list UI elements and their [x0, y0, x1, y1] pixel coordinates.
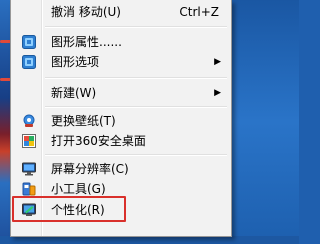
- menu-item-label: 屏幕分辨率(C): [51, 162, 129, 176]
- menu-item-undo-move[interactable]: 撤消 移动(U) Ctrl+Z: [13, 1, 229, 23]
- 360-desktop-icon: [22, 134, 36, 148]
- menu-item-new[interactable]: 新建(W) ▶: [13, 82, 229, 104]
- submenu-arrow-icon: ▶: [214, 57, 221, 67]
- screen-resolution-icon: [22, 162, 36, 176]
- menu-item-graphics-options[interactable]: 图形选项 ▶: [13, 51, 229, 73]
- desktop-background[interactable]: [230, 0, 299, 244]
- graphics-properties-icon: [22, 35, 36, 49]
- highlight-box: [12, 196, 126, 222]
- menu-item-label: 小工具(G): [51, 182, 106, 196]
- menu-item-shortcut: Ctrl+Z: [179, 5, 219, 19]
- menu-separator: [45, 106, 227, 108]
- menu-item-label: 新建(W): [51, 86, 97, 100]
- desktop-background: [0, 236, 299, 244]
- menu-item-change-wallpaper[interactable]: 更换壁纸(T): [13, 110, 229, 132]
- submenu-arrow-icon: ▶: [214, 88, 221, 98]
- change-wallpaper-icon: [22, 114, 36, 128]
- menu-item-label: 图形属性......: [51, 35, 122, 49]
- gadgets-icon: [22, 182, 36, 196]
- menu-item-screen-resolution[interactable]: 屏幕分辨率(C): [13, 158, 229, 180]
- menu-item-label: 图形选项: [51, 55, 100, 69]
- menu-item-label: 更换壁纸(T): [51, 114, 116, 128]
- menu-item-open-360-desktop[interactable]: 打开360安全桌面: [13, 130, 229, 152]
- menu-separator: [45, 26, 227, 28]
- graphics-options-icon: [22, 55, 36, 69]
- menu-separator: [45, 154, 227, 156]
- menu-item-label: 打开360安全桌面: [51, 134, 146, 148]
- menu-item-label: 撤消 移动(U): [51, 5, 121, 19]
- menu-item-graphics-properties[interactable]: 图形属性......: [13, 31, 229, 53]
- menu-separator: [45, 77, 227, 79]
